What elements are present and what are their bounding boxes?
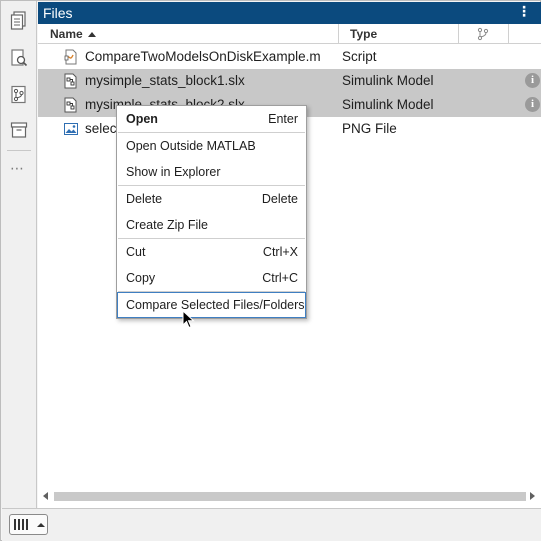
menu-item-open-outside-matlab[interactable]: Open Outside MATLAB bbox=[117, 133, 306, 159]
menu-item-shortcut: Enter bbox=[268, 112, 298, 126]
window-frame: ⋯ Files ⋮ Name Type CompareTwoModelsOnDi… bbox=[0, 0, 541, 541]
image-file-icon bbox=[63, 121, 79, 137]
menu-item-shortcut: Ctrl+C bbox=[262, 271, 298, 285]
column-divider[interactable] bbox=[458, 24, 459, 43]
menu-item-label: Copy bbox=[126, 271, 156, 285]
info-icon[interactable]: i bbox=[525, 73, 540, 88]
file-type: Script bbox=[342, 49, 377, 64]
source-control-icon[interactable] bbox=[9, 85, 29, 105]
status-bar bbox=[2, 508, 541, 541]
find-files-icon[interactable] bbox=[9, 48, 29, 68]
files-icon[interactable] bbox=[9, 11, 29, 31]
menu-item-label: Open bbox=[126, 112, 158, 126]
column-type-header[interactable]: Type bbox=[350, 27, 377, 41]
scroll-right-icon[interactable] bbox=[530, 492, 535, 500]
menu-item-label: Compare Selected Files/Folders bbox=[126, 298, 305, 312]
context-menu: Open Enter Open Outside MATLAB Show in E… bbox=[116, 105, 307, 319]
menu-item-show-in-explorer[interactable]: Show in Explorer bbox=[117, 159, 306, 185]
menu-item-compare-selected[interactable]: Compare Selected Files/Folders bbox=[117, 292, 306, 318]
columns-icon bbox=[14, 519, 30, 530]
branch-icon[interactable] bbox=[476, 27, 490, 44]
scroll-left-icon[interactable] bbox=[43, 492, 48, 500]
menu-item-shortcut: Delete bbox=[261, 192, 298, 206]
column-divider[interactable] bbox=[508, 24, 509, 43]
column-header: Name Type bbox=[38, 24, 541, 44]
file-row[interactable]: CompareTwoModelsOnDiskExample.m Script bbox=[38, 45, 541, 69]
file-name: mysimple_stats_block1.slx bbox=[85, 73, 245, 88]
menu-item-open[interactable]: Open Enter bbox=[117, 106, 306, 132]
menu-item-cut[interactable]: Cut Ctrl+X bbox=[117, 239, 306, 265]
menu-item-shortcut: Ctrl+X bbox=[262, 245, 298, 259]
menu-item-label: Cut bbox=[126, 245, 146, 259]
file-type: Simulink Model bbox=[342, 97, 434, 112]
simulink-model-icon bbox=[63, 97, 79, 113]
more-icon[interactable]: ⋯ bbox=[10, 161, 25, 177]
project-icon[interactable] bbox=[9, 120, 29, 140]
menu-item-create-zip-file[interactable]: Create Zip File bbox=[117, 212, 306, 238]
panel-menu-icon[interactable]: ⋮ bbox=[517, 4, 531, 20]
menu-item-label: Delete bbox=[126, 192, 163, 206]
panel-title-bar: Files ⋮ bbox=[38, 2, 541, 24]
column-divider[interactable] bbox=[338, 24, 339, 43]
info-icon[interactable]: i bbox=[525, 97, 540, 112]
column-name-header[interactable]: Name bbox=[50, 27, 83, 41]
horizontal-scrollbar[interactable] bbox=[38, 488, 541, 504]
layout-button[interactable] bbox=[9, 514, 48, 535]
toolbar-divider bbox=[7, 150, 31, 151]
simulink-model-icon bbox=[63, 73, 79, 89]
left-toolbar: ⋯ bbox=[1, 1, 37, 508]
menu-item-delete[interactable]: Delete Delete bbox=[117, 186, 306, 212]
file-name: CompareTwoModelsOnDiskExample.m bbox=[85, 49, 321, 64]
file-type: Simulink Model bbox=[342, 73, 434, 88]
file-type: PNG File bbox=[342, 121, 397, 136]
menu-item-label: Create Zip File bbox=[126, 218, 208, 232]
menu-item-label: Open Outside MATLAB bbox=[126, 139, 256, 153]
mouse-cursor-icon bbox=[182, 310, 195, 329]
script-file-icon bbox=[63, 49, 79, 65]
panel-title: Files bbox=[43, 5, 73, 21]
sort-ascending-icon bbox=[88, 32, 96, 37]
file-name: select bbox=[85, 121, 121, 136]
scrollbar-thumb[interactable] bbox=[54, 492, 526, 501]
menu-item-label: Show in Explorer bbox=[126, 165, 221, 179]
file-row[interactable]: mysimple_stats_block1.slx Simulink Model… bbox=[38, 69, 541, 93]
caret-up-icon bbox=[37, 523, 45, 527]
menu-item-copy[interactable]: Copy Ctrl+C bbox=[117, 265, 306, 291]
